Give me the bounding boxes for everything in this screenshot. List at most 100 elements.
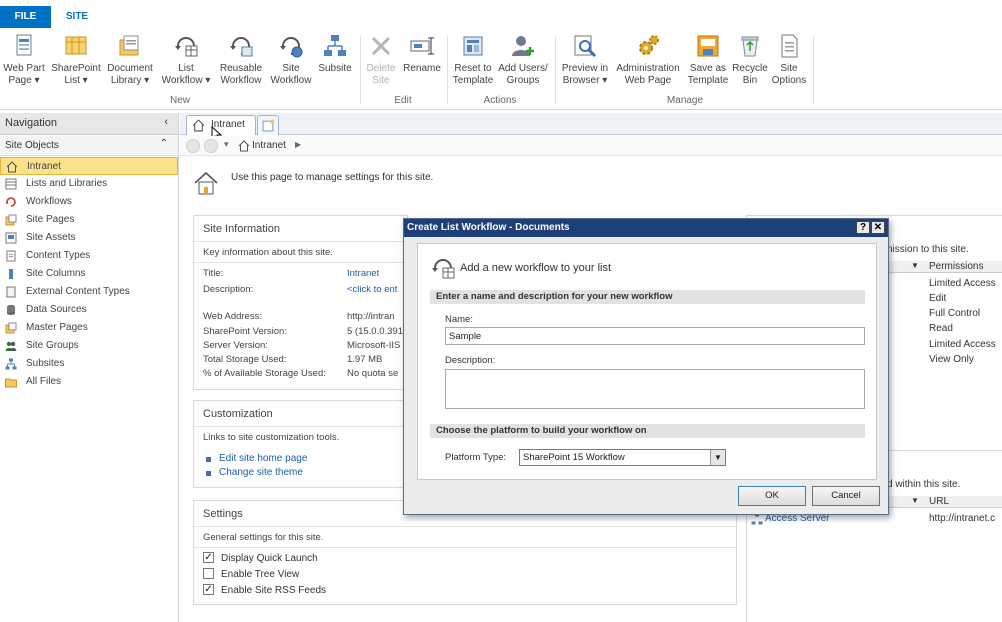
ok-button[interactable]: OK <box>738 486 806 506</box>
site-pages-icon <box>5 214 17 226</box>
reset-to-template-label-2: Template <box>452 75 494 86</box>
info-label-description: Description: <box>203 284 254 295</box>
section-title: Choose the platform to build your workfl… <box>436 425 647 436</box>
nav-item-label: Content Types <box>26 250 91 261</box>
save-as-template-label-1: Save as <box>689 63 727 74</box>
site-columns-icon <box>9 269 13 279</box>
dialog-title-bar[interactable]: Create List Workflow - Documents ? ✕ <box>404 219 888 237</box>
recycle-bin-icon <box>741 36 759 57</box>
permission-value: Limited Access <box>929 339 996 350</box>
nav-item-site-assets[interactable]: Site Assets <box>0 229 178 247</box>
chevron-right-icon[interactable]: ▶ <box>295 140 301 149</box>
preview-icon <box>574 35 597 58</box>
permission-value: Full Control <box>929 308 981 319</box>
platform-type-select[interactable]: SharePoint 15 Workflow ▼ <box>519 449 726 466</box>
document-tab-bar: Intranet <box>180 113 1002 142</box>
info-value-title[interactable]: Intranet <box>347 268 379 279</box>
site-assets-icon <box>5 232 17 244</box>
chevron-down-icon[interactable]: ▼ <box>710 450 725 465</box>
tab-intranet[interactable]: Intranet <box>186 115 256 142</box>
list-icon <box>65 36 87 55</box>
workflow-name-input[interactable] <box>445 327 865 345</box>
site-options-button[interactable]: Site Options <box>769 32 809 87</box>
content-types-icon <box>6 250 16 262</box>
tab-site[interactable]: SITE <box>57 6 97 28</box>
nav-item-content-types[interactable]: Content Types <box>0 247 178 265</box>
list-workflow-button[interactable]: List Workflow ▾ <box>157 32 215 87</box>
tab-file[interactable]: FILE <box>0 6 51 28</box>
document-library-label-1: Document <box>107 63 153 74</box>
site-workflow-button[interactable]: Site Workflow <box>267 32 315 87</box>
cancel-button[interactable]: Cancel <box>812 486 880 506</box>
nav-item-site-groups[interactable]: Site Groups <box>0 337 178 355</box>
edit-site-home-page-link[interactable]: Edit site home page <box>219 453 307 464</box>
list-icon <box>5 178 17 190</box>
subsite-label: Subsite <box>318 63 352 74</box>
save-as-template-button[interactable]: Save as Template <box>685 32 731 87</box>
breadcrumb-item-intranet[interactable]: Intranet <box>252 140 286 151</box>
web-part-page-button[interactable]: Web Part Page ▾ <box>1 32 47 87</box>
rename-button[interactable]: Rename <box>401 32 443 75</box>
enable-tree-view-checkbox[interactable] <box>203 568 214 579</box>
nav-item-workflows[interactable]: Workflows <box>0 193 178 211</box>
administration-web-page-button[interactable]: Administration Web Page <box>612 32 684 87</box>
permissions-column-header[interactable]: ▼ Permissions <box>887 261 1002 273</box>
url-column-label: URL <box>929 496 950 507</box>
close-button[interactable]: ✕ <box>871 221 885 234</box>
master-pages-icon <box>5 322 17 334</box>
group-separator <box>447 36 448 104</box>
nav-item-subsites[interactable]: Subsites <box>0 355 178 373</box>
sort-icon[interactable]: ▼ <box>911 261 919 270</box>
web-part-page-label-1: Web Part <box>3 63 45 74</box>
back-button[interactable] <box>186 139 200 153</box>
document-library-button[interactable]: Document Library ▾ <box>104 32 156 87</box>
name-section-header: Enter a name and description for your ne… <box>430 290 865 304</box>
add-users-groups-button[interactable]: Add Users/ Groups <box>496 32 550 87</box>
permission-value: Limited Access <box>929 278 996 289</box>
help-button[interactable]: ? <box>856 221 870 234</box>
subsite-button[interactable]: Subsite <box>316 32 354 75</box>
group-label-new: New <box>169 95 190 106</box>
nav-item-master-pages[interactable]: Master Pages <box>0 319 178 337</box>
reusable-workflow-button[interactable]: Reusable Workflow <box>216 32 266 87</box>
new-tab-button[interactable] <box>257 115 279 135</box>
change-site-theme-link[interactable]: Change site theme <box>219 467 303 478</box>
permission-value: View Only <box>929 354 974 365</box>
bullet-icon <box>206 471 211 476</box>
site-objects-header[interactable]: Site Objects ⌃ <box>0 136 178 156</box>
list-workflow-icon <box>432 259 455 279</box>
folder-icon <box>5 378 17 388</box>
nav-item-lists-and-libraries[interactable]: Lists and Libraries <box>0 175 178 193</box>
nav-item-external-content-types[interactable]: External Content Types <box>0 283 178 301</box>
home-icon <box>6 161 18 173</box>
enable-rss-feeds-checkbox[interactable]: ✓ <box>203 584 214 595</box>
preview-in-browser-button[interactable]: Preview in Browser ▾ <box>559 32 611 87</box>
url-column-header[interactable]: ▼ URL <box>887 496 1002 508</box>
delete-site-button[interactable]: Delete Site <box>363 32 399 87</box>
reset-to-template-button[interactable]: Reset to Template <box>451 32 495 87</box>
info-label-storage-used: Total Storage Used: <box>203 354 287 365</box>
nav-item-site-pages[interactable]: Site Pages <box>0 211 178 229</box>
chevron-up-icon[interactable]: ⌃ <box>160 138 168 149</box>
nav-item-intranet[interactable]: Intranet <box>0 157 178 175</box>
recycle-bin-button[interactable]: Recycle Bin <box>731 32 769 87</box>
nav-item-site-columns[interactable]: Site Columns <box>0 265 178 283</box>
nav-item-all-files[interactable]: All Files <box>0 373 178 391</box>
info-value-description[interactable]: <click to ent <box>347 284 397 295</box>
group-separator <box>555 36 556 104</box>
group-separator <box>813 36 814 104</box>
dialog-heading: Add a new workflow to your list <box>460 262 612 274</box>
sort-icon[interactable]: ▼ <box>911 496 919 505</box>
site-options-icon <box>781 34 798 58</box>
checkbox-label: Display Quick Launch <box>221 553 318 564</box>
web-part-page-icon <box>16 34 32 56</box>
info-label-sharepoint-version: SharePoint Version: <box>203 326 287 337</box>
display-quick-launch-checkbox[interactable]: ✓ <box>203 552 214 563</box>
sharepoint-list-button[interactable]: SharePoint List ▾ <box>49 32 103 87</box>
forward-button[interactable] <box>204 139 218 153</box>
workflow-description-input[interactable] <box>445 369 865 409</box>
collapse-icon[interactable]: ‹ <box>164 116 168 128</box>
history-dropdown-icon[interactable]: ▾ <box>224 139 229 150</box>
nav-item-data-sources[interactable]: Data Sources <box>0 301 178 319</box>
info-label-web-address: Web Address: <box>203 311 262 322</box>
